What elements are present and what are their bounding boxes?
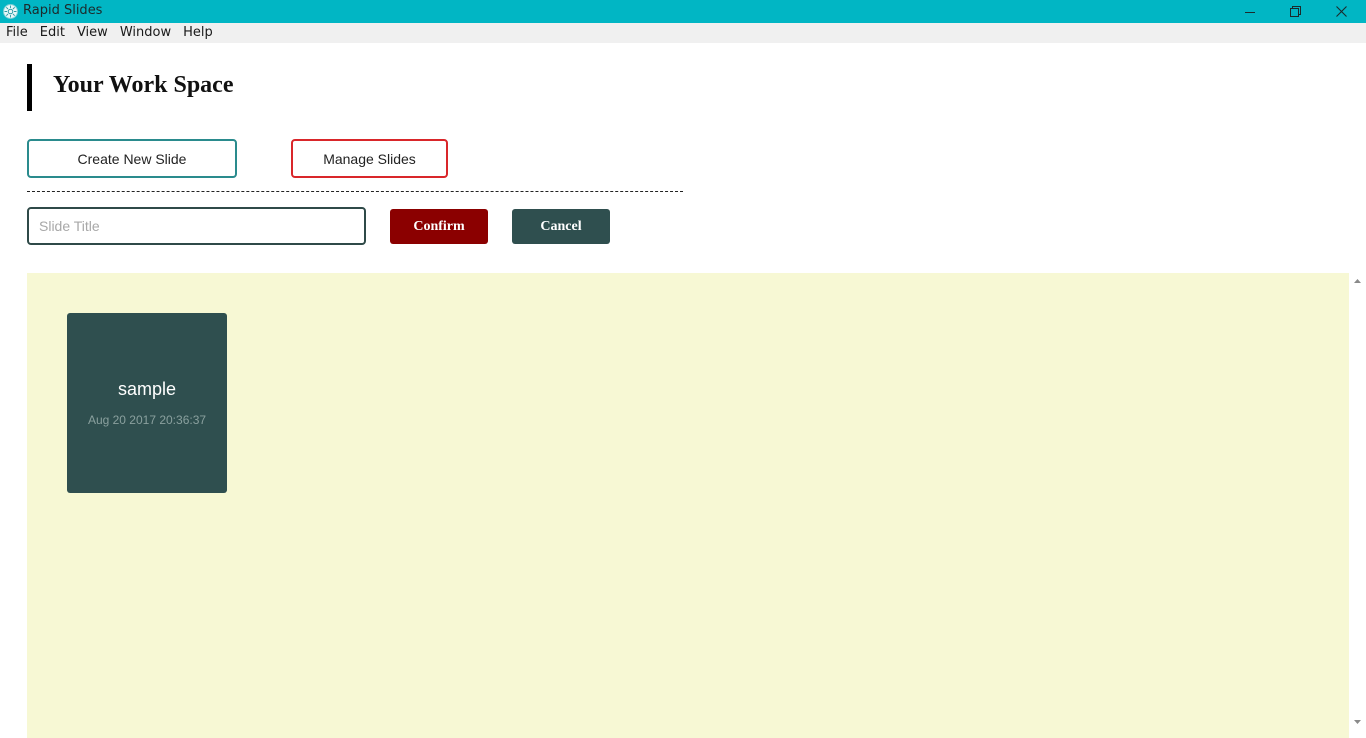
slides-workspace: sample Aug 20 2017 20:36:37: [27, 273, 1349, 738]
window-title: Rapid Slides: [23, 3, 103, 18]
page-title: Your Work Space: [53, 72, 234, 98]
manage-slides-button[interactable]: Manage Slides: [291, 139, 448, 178]
restore-button[interactable]: [1272, 0, 1318, 23]
title-bar: Rapid Slides: [0, 0, 1366, 23]
menu-help[interactable]: Help: [177, 23, 219, 43]
heading-accent-bar: [27, 64, 32, 111]
section-divider: [27, 191, 683, 192]
slide-date: Aug 20 2017 20:36:37: [87, 413, 207, 427]
create-new-slide-button[interactable]: Create New Slide: [27, 139, 237, 178]
slide-title-input[interactable]: [27, 207, 366, 245]
workspace-scrollbar[interactable]: [1349, 273, 1366, 738]
slide-card[interactable]: sample Aug 20 2017 20:36:37: [67, 313, 227, 493]
restore-icon: [1289, 6, 1301, 17]
scroll-up-arrow-icon[interactable]: [1353, 277, 1362, 284]
menu-edit[interactable]: Edit: [34, 23, 71, 43]
confirm-button[interactable]: Confirm: [390, 209, 488, 244]
close-button[interactable]: [1318, 0, 1364, 23]
cancel-button[interactable]: Cancel: [512, 209, 610, 244]
scroll-down-arrow-icon[interactable]: [1353, 719, 1362, 726]
menu-view[interactable]: View: [71, 23, 114, 43]
minimize-icon: [1245, 11, 1255, 13]
close-icon: [1335, 6, 1347, 17]
minimize-button[interactable]: [1227, 0, 1273, 23]
menu-window[interactable]: Window: [114, 23, 177, 43]
slide-name: sample: [117, 379, 177, 399]
menu-bar: File Edit View Window Help: [0, 23, 1366, 43]
app-logo-icon: [3, 4, 18, 19]
menu-file[interactable]: File: [0, 23, 34, 43]
